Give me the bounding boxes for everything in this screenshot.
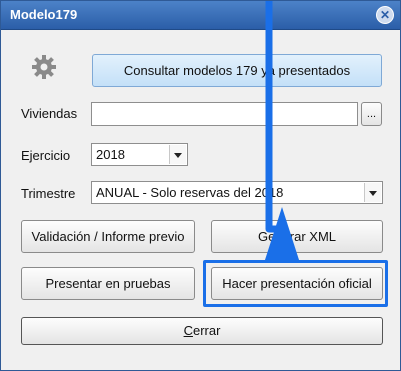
presentar-pruebas-button[interactable]: Presentar en pruebas [21,267,195,300]
chevron-down-icon[interactable] [169,145,186,164]
trimestre-value: ANUAL - Solo reservas del 2018 [96,185,284,200]
viviendas-input[interactable] [91,102,358,126]
ejercicio-label: Ejercicio [21,148,71,163]
trimestre-label: Trimestre [21,186,76,201]
cerrar-label: Cerrar [22,318,382,344]
cerrar-button[interactable]: Cerrar [21,317,383,345]
browse-button[interactable]: ... [361,102,382,126]
trimestre-select[interactable]: ANUAL - Solo reservas del 2018 [91,181,383,204]
cerrar-label-rest: errar [192,323,221,338]
highlight-box [203,260,388,307]
validacion-button[interactable]: Validación / Informe previo [21,220,195,253]
modelo179-window: Modelo179 ✕ Consultar modelos 179 ya pre… [0,0,401,371]
presentar-pruebas-label: Presentar en pruebas [45,276,171,291]
viviendas-label: Viviendas [21,106,78,121]
validacion-label: Validación / Informe previo [31,229,185,244]
ejercicio-value: 2018 [96,147,125,162]
generar-xml-button[interactable]: Generar XML [211,220,383,253]
consultar-button[interactable]: Consultar modelos 179 ya presentados [92,54,382,87]
title-bar: Modelo179 ✕ [1,1,400,30]
gear-icon [32,55,56,79]
ejercicio-select[interactable]: 2018 [91,143,188,166]
cerrar-access-key: C [183,323,193,338]
window-title: Modelo179 [10,7,78,22]
chevron-down-icon[interactable] [364,183,381,202]
consultar-label: Consultar modelos 179 ya presentados [123,63,351,78]
close-icon[interactable]: ✕ [376,6,394,24]
generar-xml-label: Generar XML [257,229,337,244]
browse-label: ... [366,108,377,120]
